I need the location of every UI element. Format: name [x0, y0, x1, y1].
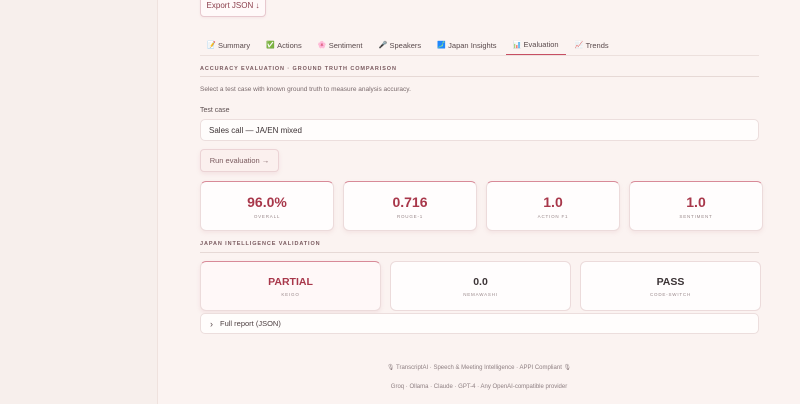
- metric-label: ACTION F1: [537, 213, 569, 219]
- tab-label: Japan Insights: [448, 40, 497, 50]
- full-report-label: Full report (JSON): [220, 319, 281, 328]
- japan-card-keigo: PARTIAL KEIGO: [200, 261, 381, 311]
- tab-japan-insights[interactable]: 🗾 Japan Insights: [430, 35, 503, 55]
- tab-trends[interactable]: 📈 Trends: [568, 35, 616, 55]
- japan-label: CODE-SWITCH: [649, 291, 692, 297]
- tab-label: Summary: [218, 40, 251, 50]
- run-evaluation-button[interactable]: Run evaluation →: [200, 149, 279, 172]
- bar-chart-icon: 📊: [512, 41, 522, 49]
- metric-card-overall: 96.0% OVERALL: [200, 181, 334, 231]
- japan-section-title: JAPAN INTELLIGENCE VALIDATION: [200, 241, 321, 247]
- evaluation-section-title: ACCURACY EVALUATION · GROUND TRUTH COMPA…: [200, 66, 397, 72]
- metric-value: 1.0: [686, 193, 706, 210]
- japan-value: 0.0: [473, 275, 488, 288]
- export-json-button[interactable]: Export JSON ↓: [200, 0, 266, 17]
- tabs-divider: [200, 55, 759, 56]
- test-case-label: Test case: [200, 107, 230, 114]
- tab-sentiment[interactable]: 🌸 Sentiment: [311, 35, 370, 55]
- japan-label: NEMAWASHI: [463, 291, 498, 297]
- chevron-right-icon: ›: [210, 318, 213, 329]
- metric-card-rouge: 0.716 ROUGE-1: [343, 181, 477, 231]
- main-content: Export JSON ↓ 📝 Summary ✅ Actions 🌸 Sent…: [158, 0, 800, 404]
- japan-card-code-switch: PASS CODE-SWITCH: [580, 261, 761, 311]
- blossom-icon: 🌸: [317, 42, 327, 49]
- tab-label: Speakers: [389, 40, 422, 50]
- full-report-accordion[interactable]: › Full report (JSON): [200, 313, 759, 334]
- memo-icon: 📝: [207, 42, 216, 49]
- tab-evaluation[interactable]: 📊 Evaluation: [505, 35, 566, 55]
- tab-summary[interactable]: 📝 Summary: [200, 35, 257, 55]
- section-divider: [200, 252, 759, 253]
- metric-label: ROUGE-1: [396, 213, 424, 219]
- footer-providers: Groq · Ollama · Claude · GPT-4 · Any Ope…: [390, 384, 568, 390]
- metric-label: SENTIMENT: [679, 213, 713, 219]
- metric-card-sentiment: 1.0 SENTIMENT: [629, 181, 763, 231]
- tab-label: Actions: [277, 40, 302, 50]
- sidebar: [0, 0, 158, 404]
- metric-value: 0.716: [392, 193, 428, 210]
- metrics-row: 96.0% OVERALL 0.716 ROUGE-1 1.0 ACTION F…: [200, 181, 763, 231]
- japan-value: PASS: [656, 275, 685, 288]
- test-case-select[interactable]: Sales call — JA/EN mixed: [200, 119, 759, 141]
- metric-value: 96.0%: [247, 193, 287, 210]
- check-icon: ✅: [266, 42, 275, 49]
- tab-bar: 📝 Summary ✅ Actions 🌸 Sentiment 🎤 Speake…: [200, 35, 616, 55]
- metric-label: OVERALL: [253, 213, 281, 219]
- tab-label: Trends: [585, 40, 609, 50]
- evaluation-description: Select a test case with known ground tru…: [200, 86, 411, 93]
- tab-label: Sentiment: [328, 40, 363, 50]
- microphone-icon: 🎤: [378, 42, 388, 49]
- japan-validation-row: PARTIAL KEIGO 0.0 NEMAWASHI PASS CODE-SW…: [200, 261, 761, 311]
- test-case-value: Sales call — JA/EN mixed: [209, 125, 302, 135]
- tab-speakers[interactable]: 🎤 Speakers: [371, 35, 428, 55]
- tab-label: Evaluation: [523, 40, 559, 49]
- japan-value: PARTIAL: [268, 275, 313, 288]
- metric-card-action-f1: 1.0 ACTION F1: [486, 181, 620, 231]
- section-divider: [200, 76, 759, 77]
- japan-card-nemawashi: 0.0 NEMAWASHI: [390, 261, 571, 311]
- footer-brand: 🎙 TranscriptAI · Speech & Meeting Intell…: [386, 365, 572, 371]
- japan-label: KEIGO: [281, 291, 300, 297]
- japan-icon: 🗾: [437, 42, 446, 49]
- trend-chart-icon: 📈: [574, 42, 584, 49]
- tab-actions[interactable]: ✅ Actions: [259, 35, 309, 55]
- metric-value: 1.0: [543, 193, 563, 210]
